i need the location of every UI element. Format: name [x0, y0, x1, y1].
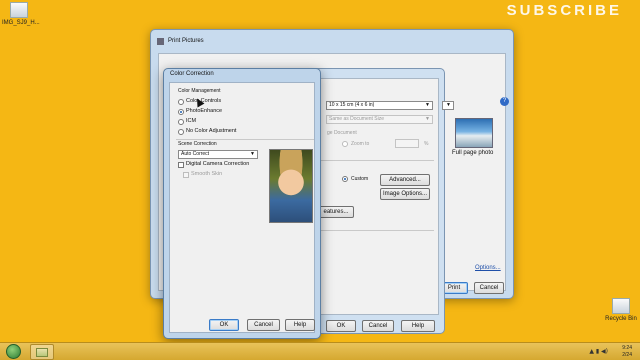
taskbar: ▲ ▮ ◀) 9:24 2/24	[0, 342, 640, 360]
desktop-icon-label: Recycle Bin	[605, 316, 637, 322]
cc-help-button[interactable]: Help	[285, 319, 315, 331]
output-size-select[interactable]: Same as Document Size ▼	[326, 115, 433, 124]
layout-thumbnail-label: Full page photo	[452, 150, 494, 156]
advanced-button[interactable]: Advanced...	[380, 174, 430, 186]
photoenhance-radio[interactable]	[178, 109, 184, 115]
system-tray-icons[interactable]: ▲ ▮ ◀)	[589, 348, 608, 355]
chevron-down-icon: ▼	[250, 151, 255, 157]
scene-correction-label: Scene Correction	[178, 141, 217, 147]
color-management-label: Color Management	[178, 88, 221, 94]
color-correction-titlebar[interactable]: Color Correction	[164, 69, 320, 81]
zoom-spinner[interactable]	[395, 139, 419, 148]
taskbar-app-photo-viewer[interactable]	[30, 344, 54, 360]
no-color-adjustment-radio[interactable]	[178, 129, 184, 135]
print-pictures-titlebar[interactable]: Print Pictures	[151, 30, 513, 52]
preview-photo	[269, 149, 313, 223]
print-cancel-button[interactable]: Cancel	[474, 282, 504, 294]
scene-correction-select[interactable]: Auto Correct ▼	[178, 150, 258, 159]
start-button[interactable]	[6, 344, 21, 359]
side-dropdown[interactable]: ▼	[442, 101, 454, 110]
desktop-icon-image[interactable]: IMG_SJ9_H...	[2, 2, 40, 26]
clock[interactable]: 9:24 2/24	[622, 345, 632, 359]
help-icon[interactable]: ?	[500, 97, 509, 106]
output-size-value: Same as Document Size	[329, 116, 385, 122]
chevron-down-icon: ▼	[425, 116, 430, 122]
color-correction-dialog: Color Correction Color Management Color …	[163, 68, 321, 339]
desktop-icon-recycle-bin[interactable]: Recycle Bin	[604, 298, 638, 322]
image-options-button[interactable]: Image Options...	[380, 188, 430, 200]
layout-thumbnail[interactable]	[455, 118, 493, 148]
features-button[interactable]: eatures...	[318, 206, 354, 218]
properties-ok-button[interactable]: OK	[326, 320, 356, 332]
image-file-icon	[10, 2, 28, 18]
photoenhance-label: PhotoEnhance	[186, 108, 223, 114]
icm-radio[interactable]	[178, 119, 184, 125]
print-pictures-title: Print Pictures	[168, 38, 204, 44]
printer-icon	[157, 37, 164, 45]
scene-correction-value: Auto Correct	[181, 151, 210, 157]
separator	[320, 230, 434, 231]
no-color-adjustment-label: No Color Adjustment	[186, 128, 237, 134]
digital-camera-correction-label: Digital Camera Correction	[186, 161, 250, 167]
icm-label: ICM	[186, 118, 197, 124]
clock-date: 2/24	[622, 352, 632, 358]
digital-camera-correction-checkbox[interactable]	[178, 162, 184, 168]
separator	[176, 139, 314, 140]
separator	[320, 160, 434, 161]
smooth-skin-label: Smooth Skin	[191, 171, 223, 177]
options-link[interactable]: Options...	[475, 265, 501, 271]
chevron-down-icon: ▼	[425, 102, 430, 108]
paper-size-value: 10 x 15 cm (4 x 6 in)	[329, 102, 375, 108]
clock-time: 9:24	[622, 345, 632, 351]
recycle-bin-icon	[612, 298, 630, 314]
cc-cancel-button[interactable]: Cancel	[247, 319, 280, 331]
photo-viewer-icon	[36, 348, 48, 357]
zoom-label: Zoom to	[351, 141, 370, 147]
smooth-skin-checkbox[interactable]	[183, 172, 189, 178]
zoom-unit: %	[424, 141, 429, 147]
desktop-icon-label: IMG_SJ9_H...	[2, 20, 40, 26]
custom-label: Custom	[351, 176, 369, 182]
properties-help-button[interactable]: Help	[401, 320, 435, 332]
color-controls-radio[interactable]	[178, 99, 184, 105]
subscribe-overlay: SUBSCRIBE	[506, 2, 622, 19]
zoom-radio[interactable]	[342, 141, 348, 147]
cc-ok-button[interactable]: OK	[209, 319, 239, 331]
color-correction-client: Color Management Color Controls PhotoEnh…	[169, 82, 315, 333]
custom-radio[interactable]	[342, 176, 348, 182]
paper-size-select[interactable]: 10 x 15 cm (4 x 6 in) ▼	[326, 101, 433, 110]
document-section-label: ge Document	[327, 130, 357, 136]
properties-cancel-button[interactable]: Cancel	[362, 320, 394, 332]
chevron-down-icon: ▼	[446, 102, 451, 108]
